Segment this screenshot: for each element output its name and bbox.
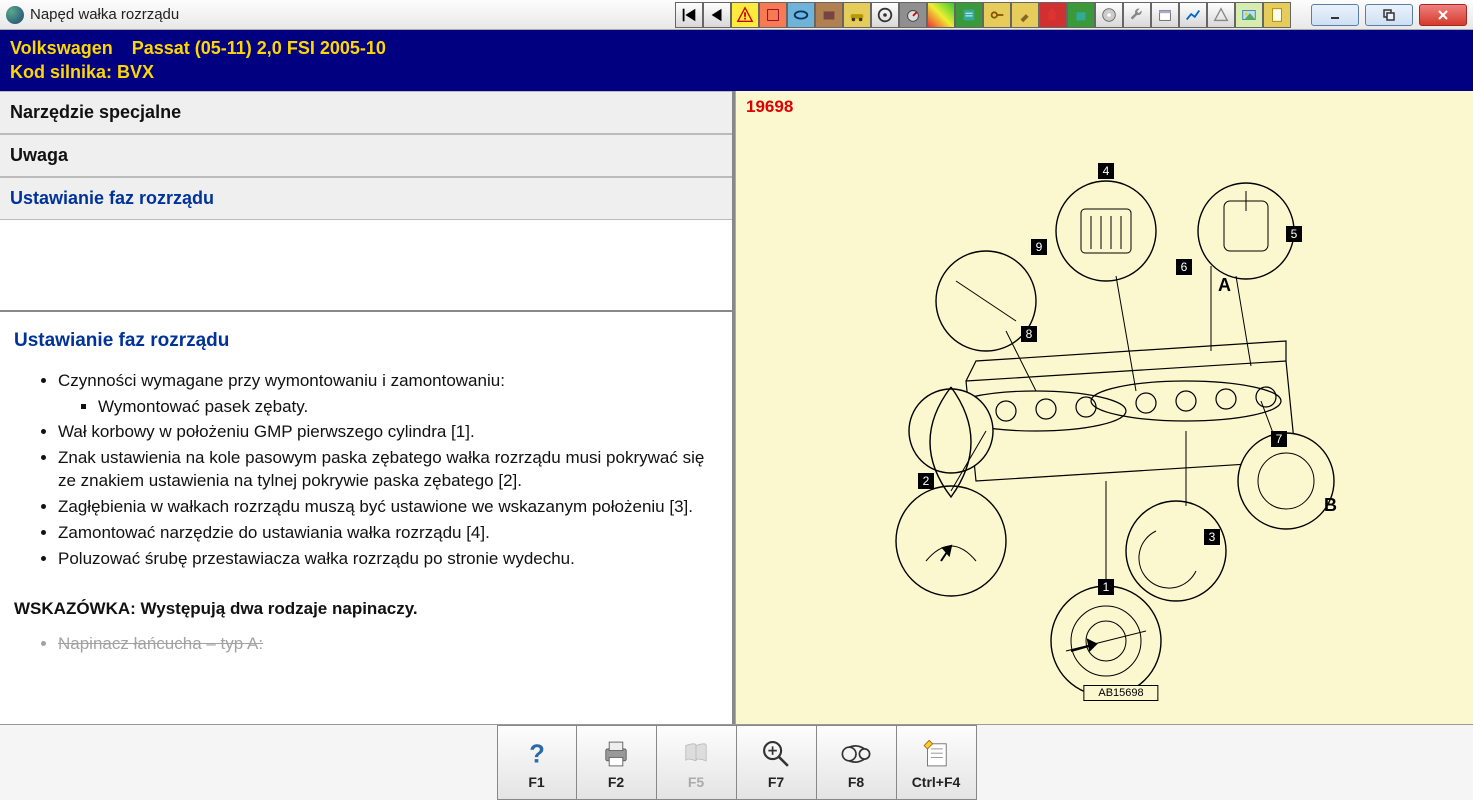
- svg-text:5: 5: [1291, 227, 1298, 241]
- flag-icon[interactable]: [759, 2, 787, 28]
- warning-icon[interactable]: [731, 2, 759, 28]
- diagram-pane: 19698: [735, 91, 1473, 724]
- pic-icon[interactable]: [1235, 2, 1263, 28]
- content-scroll[interactable]: Ustawianie faz rozrządu Czynności wymaga…: [0, 310, 732, 724]
- graph-icon[interactable]: [1179, 2, 1207, 28]
- svg-text:?: ?: [529, 740, 545, 768]
- key-icon[interactable]: [983, 2, 1011, 28]
- list-icon[interactable]: [955, 2, 983, 28]
- engine-icon[interactable]: [815, 2, 843, 28]
- list-item: Znak ustawienia na kole pasowym paska zę…: [58, 447, 718, 493]
- list-item: Wał korbowy w położeniu GMP pierwszego c…: [58, 421, 718, 444]
- function-key-bar: ? F1 F2 F5 F7 F8 Ctrl+F4: [0, 724, 1473, 800]
- gauge-icon[interactable]: [899, 2, 927, 28]
- svg-text:B: B: [1324, 495, 1337, 515]
- can-icon[interactable]: [1067, 2, 1095, 28]
- engine-code-label: Kod silnika:: [10, 62, 112, 82]
- f2-print-button[interactable]: F2: [577, 725, 657, 800]
- disc-icon[interactable]: [1095, 2, 1123, 28]
- belt-icon[interactable]: [787, 2, 815, 28]
- book-icon: [679, 736, 713, 772]
- magnifier-plus-icon: [759, 736, 793, 772]
- first-icon[interactable]: [675, 2, 703, 28]
- list-item: Czynności wymagane przy wymontowaniu i z…: [58, 370, 718, 419]
- f5-button: F5: [657, 725, 737, 800]
- toolbar: [675, 2, 1291, 28]
- car-icon[interactable]: [843, 2, 871, 28]
- window-controls: [1311, 4, 1467, 26]
- section-special-tools[interactable]: Narzędzie specjalne: [0, 91, 732, 134]
- section-timing-setup[interactable]: Ustawianie faz rozrządu: [0, 177, 732, 220]
- engine-code-value: BVX: [117, 62, 154, 82]
- wrench-icon[interactable]: [1123, 2, 1151, 28]
- svg-text:2: 2: [923, 474, 930, 488]
- page-icon[interactable]: [1263, 2, 1291, 28]
- tri-icon[interactable]: [1207, 2, 1235, 28]
- list-item: Wymontować pasek zębaty.: [98, 396, 718, 419]
- vehicle-make: Volkswagen: [10, 38, 113, 58]
- hint-text: WSKAZÓWKA: Występują dwa rodzaje napinac…: [14, 599, 718, 619]
- chart-icon[interactable]: [927, 2, 955, 28]
- diagram-ref-box: AB15698: [1083, 685, 1158, 701]
- prev-icon[interactable]: [703, 2, 731, 28]
- app-icon: [6, 6, 24, 24]
- svg-text:A: A: [1218, 275, 1231, 295]
- maximize-button[interactable]: [1365, 4, 1413, 26]
- diagram-image: 1 2 3 4 5 6 7 8 9 A B: [856, 131, 1386, 721]
- ctrl-f4-notes-button[interactable]: Ctrl+F4: [897, 725, 977, 800]
- svg-text:9: 9: [1036, 240, 1043, 254]
- vehicle-model: Passat (05-11) 2,0 FSI 2005-10: [132, 38, 386, 58]
- svg-text:6: 6: [1181, 260, 1188, 274]
- list-item: Zagłębienia w wałkach rozrządu muszą być…: [58, 496, 718, 519]
- help-icon: ?: [520, 736, 554, 772]
- minimize-button[interactable]: [1311, 4, 1359, 26]
- titlebar: Napęd wałka rozrządu: [0, 0, 1473, 30]
- close-button[interactable]: [1419, 4, 1467, 26]
- vehicle-info-strip: Volkswagen Passat (05-11) 2,0 FSI 2005-1…: [0, 30, 1473, 91]
- svg-text:1: 1: [1103, 580, 1110, 594]
- diagram-ref: 19698: [746, 97, 793, 117]
- f1-help-button[interactable]: ? F1: [497, 725, 577, 800]
- svg-text:4: 4: [1103, 164, 1110, 178]
- list-item-cutoff: Napinacz łańcucha – typ A:: [58, 633, 718, 656]
- f7-zoom-button[interactable]: F7: [737, 725, 817, 800]
- content-heading: Ustawianie faz rozrządu: [14, 330, 718, 352]
- list-item: Zamontować narzędzie do ustawiania wałka…: [58, 522, 718, 545]
- section-note[interactable]: Uwaga: [0, 134, 732, 177]
- note-pencil-icon: [919, 736, 953, 772]
- svg-text:7: 7: [1276, 432, 1283, 446]
- window-title: Napęd wałka rozrządu: [30, 6, 179, 23]
- left-pane: Narzędzie specjalne Uwaga Ustawianie faz…: [0, 91, 735, 724]
- printer-icon: [599, 736, 633, 772]
- tool-icon[interactable]: [1011, 2, 1039, 28]
- belt-pulley-icon: [839, 736, 873, 772]
- svg-text:3: 3: [1209, 530, 1216, 544]
- list-item: Poluzować śrubę przestawiacza wałka rozr…: [58, 548, 718, 571]
- svg-text:8: 8: [1026, 327, 1033, 341]
- section-gap: [0, 220, 732, 310]
- f8-belt-button[interactable]: F8: [817, 725, 897, 800]
- cal-icon[interactable]: [1151, 2, 1179, 28]
- fuel-icon[interactable]: [1039, 2, 1067, 28]
- wheel-icon[interactable]: [871, 2, 899, 28]
